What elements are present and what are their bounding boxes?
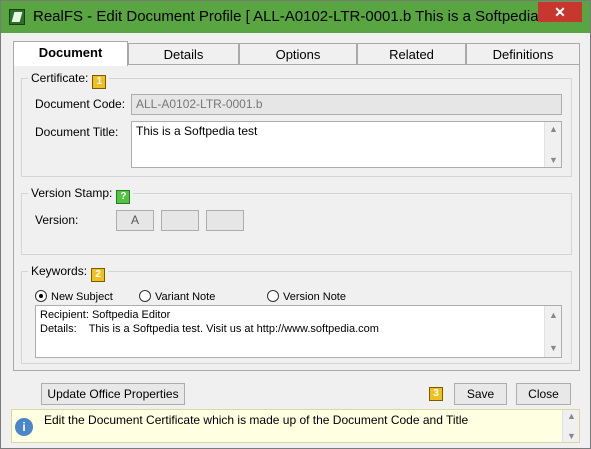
version-minor: [161, 210, 199, 231]
version-major: A: [116, 210, 154, 231]
radio-label: Version Note: [283, 291, 346, 303]
tab-strip: Document Details Options Related Definit…: [13, 41, 580, 66]
info-icon: i: [15, 418, 33, 436]
version-stamp-label: Version Stamp:?: [28, 186, 134, 204]
update-office-properties-button[interactable]: Update Office Properties: [41, 383, 185, 405]
radio-version-note[interactable]: Version Note: [267, 290, 346, 303]
help-badge: ?: [116, 190, 131, 204]
radio-dot: [267, 290, 279, 302]
document-tab-panel: Certificate: 1 Document Code: ALL-A0102-L…: [13, 64, 580, 371]
info-badge-3: 3: [429, 387, 443, 401]
keywords-scrollbar[interactable]: ▲ ▼: [544, 306, 561, 357]
radio-variant-note[interactable]: Variant Note: [139, 290, 215, 303]
scroll-up-icon[interactable]: ▲: [549, 124, 558, 134]
scroll-down-icon[interactable]: ▼: [567, 431, 576, 441]
app-icon: [9, 9, 25, 25]
keyword-line-2: Details: This is a Softpedia test. Visit…: [40, 323, 379, 335]
tab-document[interactable]: Document: [13, 41, 128, 66]
version-label: Version:: [35, 213, 79, 227]
status-scrollbar[interactable]: ▲ ▼: [562, 410, 579, 442]
document-code-field: ALL-A0102-LTR-0001.b: [131, 94, 562, 115]
scroll-up-icon[interactable]: ▲: [549, 308, 558, 322]
radio-new-subject[interactable]: New Subject: [35, 290, 113, 303]
scroll-up-icon[interactable]: ▲: [567, 411, 576, 421]
document-code-label-text: Document Code:: [35, 97, 126, 111]
certificate-label: Certificate: 1: [28, 71, 110, 89]
keyword-line-1: Recipient: Softpedia Editor: [40, 309, 171, 321]
version-stamp-heading: Version Stamp:: [31, 186, 113, 200]
info-badge-2: 2: [91, 268, 106, 282]
dialog-window: RealFS - Edit Document Profile [ ALL-A01…: [0, 0, 591, 449]
status-bar: i Edit the Document Certificate which is…: [11, 409, 580, 443]
radio-dot: [35, 290, 47, 302]
document-code-label: Document Code:: [35, 97, 125, 111]
info-badge-1: 1: [92, 75, 107, 89]
keywords-textarea[interactable]: Recipient: Softpedia Editor Details: Thi…: [35, 305, 562, 358]
tab-details[interactable]: Details: [128, 43, 239, 65]
radio-dot: [139, 290, 151, 302]
titlebar: RealFS - Edit Document Profile [ ALL-A01…: [1, 1, 590, 33]
status-text: Edit the Document Certificate which is m…: [44, 413, 469, 427]
window-title: RealFS - Edit Document Profile [ ALL-A01…: [33, 8, 543, 25]
title-scrollbar[interactable]: ▲ ▼: [544, 122, 561, 167]
close-button[interactable]: Close: [516, 383, 571, 405]
tab-related[interactable]: Related: [357, 43, 466, 65]
version-patch: [206, 210, 244, 231]
document-title-value: This is a Softpedia test: [136, 124, 258, 138]
document-title-label: Document Title:: [35, 125, 118, 139]
keywords-heading: Keywords:: [31, 264, 88, 278]
scroll-down-icon[interactable]: ▼: [549, 155, 558, 165]
tab-definitions[interactable]: Definitions: [466, 43, 580, 65]
scroll-down-icon[interactable]: ▼: [549, 341, 558, 355]
tab-options[interactable]: Options: [239, 43, 357, 65]
certificate-heading: Certificate:: [31, 71, 89, 85]
document-title-label-text: Document Title:: [35, 125, 119, 139]
document-title-field[interactable]: This is a Softpedia test ▲ ▼: [131, 121, 562, 168]
radio-label: New Subject: [51, 291, 113, 303]
save-button[interactable]: Save: [454, 383, 507, 405]
keywords-label: Keywords: 2: [28, 264, 109, 282]
radio-label: Variant Note: [155, 291, 216, 303]
close-icon[interactable]: ✕: [538, 2, 582, 22]
